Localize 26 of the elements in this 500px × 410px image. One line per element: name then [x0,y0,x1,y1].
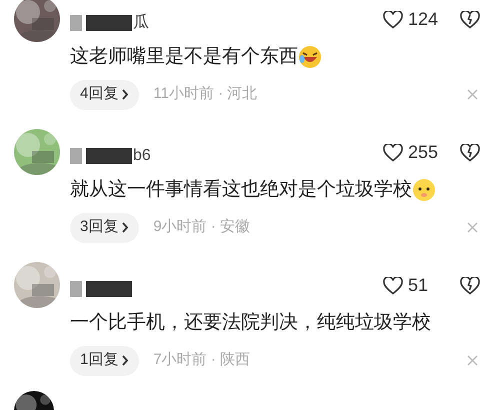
replies-button[interactable]: 1回复 [70,346,140,376]
heart-icon[interactable] [383,144,403,162]
like-count: 124 [408,8,440,31]
username-fragment: 瓜 [133,14,149,30]
heart-icon[interactable] [383,10,403,28]
time-location: 11小时前 · 河北 [153,84,258,104]
heart-icon[interactable] [383,276,403,294]
chevron-icon [121,355,130,366]
chevron-icon [121,89,130,100]
replies-button[interactable]: 3回复 [70,212,140,242]
like-count: 255 [408,141,440,164]
comment-text: 这老师嘴里是不是有个东西 [70,45,298,69]
chevron-icon [121,222,130,233]
time-location: 9小时前 · 安徽 [153,217,250,238]
broken-heart-icon[interactable] [460,10,480,28]
comment-text: 就从这一件事情看这也绝对是个垃圾学校 [70,178,412,202]
broken-heart-icon[interactable] [460,144,480,162]
replies-button[interactable]: 4回复 [70,80,140,110]
comment-text: 一个比手机，还要法院判决，纯纯垃圾学校 [70,311,431,335]
time-location: 7小时前 · 陕西 [153,350,250,370]
blurred-name-drawing [70,148,132,164]
username-fragment: b6 [133,148,151,164]
blurred-name-drawing [70,14,132,30]
like-count: 51 [408,274,430,297]
blurred-name-drawing [70,280,132,296]
broken-heart-icon[interactable] [460,276,480,294]
